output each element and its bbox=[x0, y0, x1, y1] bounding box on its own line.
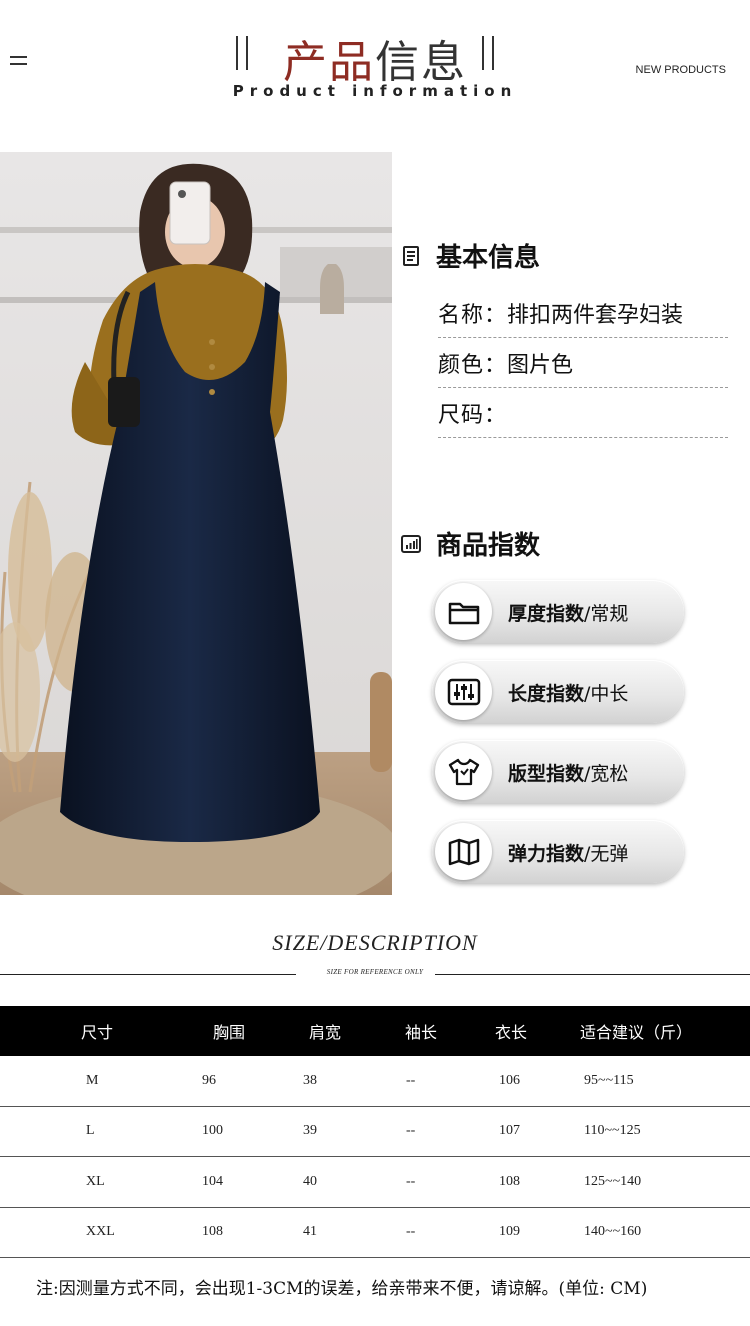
column-header: 衣长 bbox=[495, 1023, 528, 1042]
table-header: 尺寸 胸围 肩宽 袖长 衣长 适合建议（斤） bbox=[0, 1006, 750, 1056]
table-row: L 100 39 -- 107 110~~125 bbox=[0, 1107, 750, 1157]
size-note: SIZE FOR REFERENCE ONLY bbox=[326, 968, 424, 976]
page-title: 产品信息 bbox=[0, 26, 750, 90]
table-cell: XXL bbox=[86, 1224, 115, 1240]
table-cell: 38 bbox=[303, 1072, 317, 1088]
product-index-list: 厚度指数/常规 长度指数/中长 版型指数/宽松 弹力指数/无弹 bbox=[432, 580, 684, 900]
info-label: 名称： bbox=[438, 303, 508, 328]
basic-info-heading: 基本信息 bbox=[400, 237, 540, 274]
table-cell: XL bbox=[86, 1173, 105, 1189]
info-row-color: 颜色： 图片色 bbox=[438, 338, 728, 388]
info-label: 尺码： bbox=[438, 403, 508, 428]
info-row-name: 名称： 排扣两件套孕妇装 bbox=[438, 288, 728, 338]
column-header: 尺寸 bbox=[81, 1023, 114, 1042]
table-cell: 125~~140 bbox=[584, 1173, 642, 1189]
index-elasticity: 弹力指数/无弹 bbox=[432, 820, 684, 883]
folder-icon bbox=[448, 602, 479, 624]
size-heading: SIZE/DESCRIPTION bbox=[272, 930, 478, 955]
map-icon bbox=[448, 838, 479, 865]
table-cell: M bbox=[86, 1072, 99, 1088]
new-products-tag: NEW PRODUCTS bbox=[635, 64, 726, 76]
document-icon bbox=[403, 245, 419, 266]
table-cell: 108 bbox=[202, 1224, 223, 1240]
column-header: 肩宽 bbox=[309, 1023, 342, 1042]
info-label: 颜色： bbox=[438, 353, 508, 378]
bar-chart-icon bbox=[401, 534, 421, 553]
size-table: 尺寸 胸围 肩宽 袖长 衣长 适合建议（斤） M 96 38 -- 106 95… bbox=[0, 1006, 750, 1258]
index-fit: 版型指数/宽松 bbox=[432, 740, 684, 803]
table-cell: 104 bbox=[202, 1173, 223, 1189]
table-cell: 95~~115 bbox=[584, 1072, 634, 1088]
info-row-size: 尺码： bbox=[438, 388, 728, 438]
table-cell: -- bbox=[406, 1072, 416, 1088]
index-label: 厚度指数 bbox=[508, 603, 585, 625]
index-label: 版型指数 bbox=[508, 763, 585, 785]
table-row: XL 104 40 -- 108 125~~140 bbox=[0, 1157, 750, 1208]
table-cell: -- bbox=[406, 1123, 416, 1139]
title-divider-right bbox=[482, 36, 494, 70]
column-header: 适合建议（斤） bbox=[580, 1023, 693, 1042]
index-value: /中长 bbox=[584, 683, 629, 705]
product-index-heading: 商品指数 bbox=[400, 525, 540, 562]
table-row: M 96 38 -- 106 95~~115 bbox=[0, 1056, 750, 1107]
sliders-icon bbox=[447, 678, 480, 705]
table-cell: 109 bbox=[499, 1224, 520, 1240]
table-cell: -- bbox=[406, 1173, 416, 1189]
column-header: 袖长 bbox=[405, 1023, 438, 1042]
table-cell: 110~~125 bbox=[584, 1123, 641, 1139]
index-label: 弹力指数 bbox=[508, 843, 585, 865]
title-rest: 信息 bbox=[375, 37, 467, 88]
table-cell: L bbox=[86, 1123, 95, 1139]
table-cell: 41 bbox=[303, 1224, 317, 1240]
info-value: 图片色 bbox=[507, 353, 574, 378]
table-cell: 39 bbox=[303, 1123, 317, 1139]
tshirt-icon bbox=[448, 758, 479, 785]
index-label: 长度指数 bbox=[508, 683, 585, 705]
product-index-title: 商品指数 bbox=[436, 531, 541, 561]
index-value: /宽松 bbox=[584, 763, 629, 785]
table-cell: 96 bbox=[202, 1072, 216, 1088]
page-subtitle: Product information bbox=[232, 82, 518, 100]
title-accent: 产品 bbox=[283, 37, 375, 88]
measurement-footnote: 注:因测量方式不同，会出现1-3CM的误差，给亲带来不便，请谅解。(单位: CM… bbox=[36, 1279, 648, 1299]
basic-info-list: 名称： 排扣两件套孕妇装 颜色： 图片色 尺码： bbox=[438, 288, 728, 438]
table-cell: 106 bbox=[499, 1072, 520, 1088]
index-length: 长度指数/中长 bbox=[432, 660, 684, 723]
index-value: /常规 bbox=[584, 603, 629, 625]
table-cell: -- bbox=[406, 1224, 416, 1240]
index-thickness: 厚度指数/常规 bbox=[432, 580, 684, 643]
table-cell: 40 bbox=[303, 1173, 317, 1189]
basic-info-title: 基本信息 bbox=[436, 243, 541, 273]
table-cell: 108 bbox=[499, 1173, 520, 1189]
table-cell: 100 bbox=[202, 1123, 223, 1139]
info-value: 排扣两件套孕妇装 bbox=[507, 303, 684, 328]
column-header: 胸围 bbox=[213, 1023, 246, 1042]
table-row: XXL 108 41 -- 109 140~~160 bbox=[0, 1208, 750, 1258]
index-value: /无弹 bbox=[584, 843, 629, 865]
table-cell: 140~~160 bbox=[584, 1224, 642, 1240]
product-photo bbox=[0, 152, 392, 895]
table-cell: 107 bbox=[499, 1123, 520, 1139]
